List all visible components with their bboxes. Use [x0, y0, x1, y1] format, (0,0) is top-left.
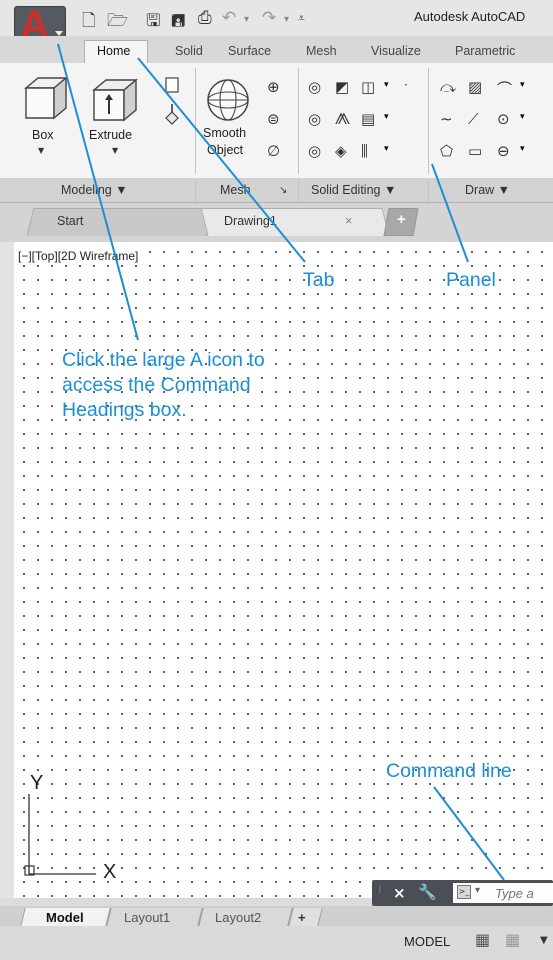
panel-separator [298, 179, 299, 202]
chevron-down-icon[interactable]: ▼ [540, 935, 548, 946]
tab-mesh[interactable]: Mesh [306, 44, 337, 58]
shell-dropdown-icon[interactable]: · [404, 78, 408, 92]
callout-a-icon-line3: Headings box. [62, 399, 187, 421]
union-icon[interactable]: ◎ [308, 78, 321, 96]
mesh-panel-launcher-icon[interactable]: ↘ [279, 185, 287, 196]
plus-icon[interactable]: + [298, 910, 306, 925]
smooth-object-icon[interactable] [204, 76, 256, 128]
tab-home[interactable]: Home [97, 44, 130, 58]
mesh-refine-icon[interactable]: ⊕ [267, 78, 280, 96]
extract-edges-icon[interactable]: ▤ [361, 110, 375, 128]
snap-icon[interactable]: ▦ [505, 930, 520, 949]
callout-panel: Panel [446, 269, 496, 291]
panel-title-mesh[interactable]: Mesh [220, 183, 251, 197]
shell-icon[interactable]: ◫ [361, 78, 375, 96]
model-space-toggle[interactable]: MODEL [404, 934, 450, 949]
circle-icon[interactable]: ⊙ [497, 110, 510, 128]
callout-tab: Tab [303, 269, 335, 291]
panel-separator [195, 179, 196, 202]
callout-a-icon-line2: access the Command [62, 374, 251, 396]
tab-visualize[interactable]: Visualize [371, 44, 421, 58]
command-prompt-icon[interactable]: >_ [457, 885, 471, 899]
box-icon[interactable] [20, 74, 70, 124]
rectangle-icon[interactable]: ▭ [468, 142, 482, 160]
close-icon[interactable]: × [345, 214, 352, 228]
smooth-object-label-line2[interactable]: Object [207, 143, 243, 157]
save-icon[interactable]: 🖫 [146, 8, 160, 37]
file-tab-drawing1-label[interactable]: Drawing1 [224, 214, 277, 228]
separate-icon[interactable]: ⫼ [361, 142, 368, 160]
chevron-down-icon[interactable]: ▾ [384, 112, 389, 122]
grip-icon[interactable]: ⁞ [378, 883, 383, 896]
file-tab-start-label[interactable]: Start [57, 214, 83, 228]
window-title: Autodesk AutoCAD [414, 9, 526, 24]
print-icon[interactable]: ⎙ [198, 8, 212, 28]
new-file-icon[interactable]: 🗋 [82, 8, 96, 37]
arc-icon[interactable]: ⌒ [497, 78, 512, 99]
layout-tab-model-label[interactable]: Model [46, 910, 84, 925]
thicken-icon[interactable]: ◈ [335, 142, 347, 160]
callout-command-line: Command line [386, 760, 512, 782]
viewport-controls[interactable]: [−][Top][2D Wireframe] [17, 249, 140, 263]
intersect-icon[interactable]: ◎ [308, 142, 321, 160]
panel-title-draw[interactable]: Draw ▼ [465, 183, 510, 197]
polyline-icon[interactable]: ⤼ [440, 78, 456, 96]
panel-separator [195, 68, 196, 174]
ellipse-icon[interactable]: ⊖ [497, 142, 510, 160]
chevron-down-icon[interactable]: ▾ [520, 112, 525, 122]
ucs-y-label: Y [30, 772, 44, 794]
chevron-down-icon[interactable]: ▾ [520, 144, 525, 154]
tab-parametric[interactable]: Parametric [455, 44, 515, 58]
save-as-icon[interactable]: 🖪 [171, 8, 185, 37]
slice-icon[interactable]: ◩ [335, 78, 349, 96]
chevron-down-icon[interactable]: ▾ [520, 80, 525, 90]
line-icon[interactable]: ⟋ [468, 110, 479, 128]
chevron-down-icon[interactable]: ▾ [384, 144, 389, 154]
status-bar [0, 926, 553, 960]
customize-toolbar-icon[interactable]: ⩡ [298, 11, 305, 26]
close-icon[interactable]: × [393, 884, 406, 902]
mesh-uncrease-icon[interactable]: ∅ [267, 142, 280, 160]
chevron-down-icon[interactable]: ▾ [475, 885, 480, 896]
plus-icon[interactable]: + [397, 211, 406, 228]
callout-a-icon: Click the large A icon to access the Com… [62, 348, 342, 423]
grid-icon[interactable]: ▦ [475, 930, 490, 949]
spline-icon[interactable]: ∼ [440, 110, 453, 128]
redo-dropdown-icon[interactable]: ▾ [284, 14, 289, 25]
chevron-down-icon[interactable]: ▼ [112, 146, 118, 155]
panel-separator [298, 68, 299, 174]
box-button-label[interactable]: Box [32, 128, 54, 142]
undo-icon[interactable]: ↶ [222, 8, 236, 28]
extrude-button-label[interactable]: Extrude [89, 128, 132, 142]
panel-separator [428, 179, 429, 202]
hatch-icon[interactable]: ▨ [468, 78, 482, 96]
open-file-icon[interactable]: 🗁 [107, 8, 128, 37]
polygon-icon[interactable]: ⬠ [440, 142, 453, 160]
modeling-small-tools-icon[interactable] [160, 74, 184, 138]
redo-icon[interactable]: ↷ [262, 8, 276, 28]
interfere-icon[interactable]: ⨇ [335, 110, 350, 128]
subtract-icon[interactable]: ◎ [308, 110, 321, 128]
ucs-x-label: X [103, 861, 117, 883]
tab-solid[interactable]: Solid [175, 44, 203, 58]
layout-tab-layout2-label[interactable]: Layout2 [215, 910, 261, 925]
panel-separator [428, 68, 429, 174]
file-tab-start[interactable] [26, 208, 214, 236]
mesh-crease-icon[interactable]: ⊜ [267, 110, 280, 128]
smooth-object-label-line1[interactable]: Smooth [203, 126, 246, 140]
tab-surface[interactable]: Surface [228, 44, 271, 58]
callout-a-icon-line1: Click the large A icon to [62, 349, 265, 371]
extrude-icon[interactable] [90, 76, 140, 126]
chevron-down-icon[interactable]: ▾ [384, 80, 389, 90]
panel-title-modeling[interactable]: Modeling ▼ [61, 183, 128, 197]
chevron-down-icon[interactable]: ▼ [38, 146, 44, 155]
layout-tab-layout1-label[interactable]: Layout1 [124, 910, 170, 925]
left-frame [0, 242, 14, 898]
wrench-icon[interactable]: 🔧 [418, 883, 437, 901]
panel-title-solid-editing[interactable]: Solid Editing ▼ [311, 183, 396, 197]
undo-dropdown-icon[interactable]: ▾ [244, 14, 249, 25]
